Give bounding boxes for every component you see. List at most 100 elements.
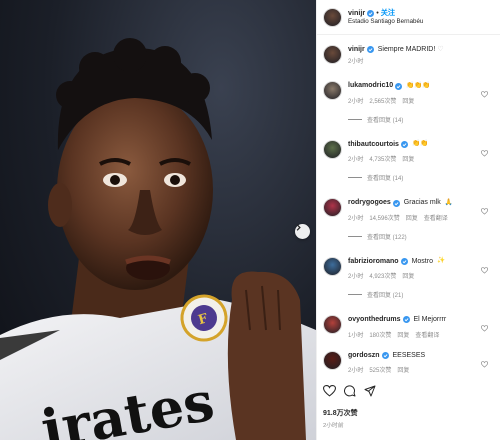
avatar[interactable]: [323, 350, 342, 370]
view-replies-button[interactable]: 查看回复 (14): [348, 115, 494, 124]
comment-likes[interactable]: 14,596次赞: [369, 213, 399, 222]
reply-button[interactable]: 回复: [397, 330, 409, 339]
translate-button[interactable]: 查看翻译: [424, 213, 448, 222]
verified-icon: [392, 199, 400, 207]
comment-username[interactable]: lukamodric10: [348, 81, 393, 90]
comment-time: 2小时: [348, 215, 364, 222]
reply-button[interactable]: 回复: [402, 154, 414, 163]
comment-text: El Mejorrrr: [413, 316, 447, 324]
comment-item: fabrizioromano Mostro ✨ 2小时 4,923次赞 回复查看回复 (2…: [323, 256, 494, 299]
heart-icon[interactable]: [323, 385, 336, 397]
comments-list: vinijr Siempre MADRID! ♡ 2小时 lukamodric1…: [317, 35, 500, 378]
caption-text: Siempre MADRID!: [377, 46, 436, 53]
verified-icon: [402, 316, 410, 324]
reply-button[interactable]: 回复: [406, 213, 418, 222]
avatar[interactable]: [323, 7, 342, 27]
chevron-right-icon: [296, 224, 301, 231]
comment-time: 2小时: [348, 157, 364, 164]
comment-icon[interactable]: [344, 385, 356, 397]
comment-emoji: 👏👏: [411, 140, 429, 148]
heart-icon[interactable]: [480, 266, 489, 274]
divider: [348, 177, 362, 179]
post-location[interactable]: Estadio Santiago Bernabéu: [348, 18, 423, 25]
avatar[interactable]: [323, 256, 342, 276]
divider: [348, 235, 362, 237]
comment-username[interactable]: gordoszn: [348, 351, 380, 360]
view-replies-button[interactable]: 查看回复 (21): [348, 290, 494, 299]
comment-text: EESESES: [392, 351, 426, 359]
verified-icon: [400, 141, 408, 149]
avatar[interactable]: [323, 81, 342, 101]
comment-time: 2小时: [348, 274, 364, 281]
verified-icon: [400, 257, 408, 265]
post-side-panel: vinijr • 关注 Estadio Santiago Bernabéu vi…: [316, 0, 500, 440]
reply-button[interactable]: 回复: [397, 365, 409, 374]
comment-text: Mostro: [411, 257, 433, 265]
comment-like-button[interactable]: [480, 85, 489, 103]
comment-username[interactable]: fabrizioromano: [348, 257, 399, 266]
divider: [348, 118, 362, 120]
caption-time: 2小时: [348, 59, 364, 66]
comment-username[interactable]: ovyonthedrums: [348, 315, 401, 324]
comment-like-button[interactable]: [480, 202, 489, 220]
next-photo-button[interactable]: [295, 224, 310, 239]
comment-like-button[interactable]: [480, 261, 489, 279]
comment-username[interactable]: rodrygogoes: [348, 198, 391, 207]
comment-item: gordosznEESESES2小时525次赞回复查看回复 (12): [323, 350, 494, 378]
post-header: vinijr • 关注 Estadio Santiago Bernabéu: [317, 0, 500, 35]
follow-button[interactable]: 关注: [381, 9, 395, 18]
comment-like-button[interactable]: [480, 355, 489, 373]
heart-icon[interactable]: [480, 150, 489, 157]
comment-likes[interactable]: 4,923次赞: [369, 271, 396, 280]
heart-icon[interactable]: [480, 208, 489, 215]
view-replies-label[interactable]: 查看回复 (14): [367, 173, 403, 182]
avatar[interactable]: [323, 198, 342, 218]
comment-like-button[interactable]: [480, 319, 489, 337]
heart-icon[interactable]: [480, 91, 489, 99]
avatar[interactable]: [323, 315, 342, 335]
comment-likes[interactable]: 180次赞: [369, 330, 391, 339]
view-replies-button[interactable]: 查看回复 (122): [348, 232, 494, 241]
player-photo: irates F: [0, 38, 316, 440]
divider: [348, 294, 362, 296]
view-replies-label[interactable]: 查看回复 (21): [367, 290, 403, 299]
comment-time: 2小时: [348, 98, 364, 105]
view-replies-button[interactable]: 查看回复 (14): [348, 173, 494, 182]
comment-likes[interactable]: 2,565次赞: [369, 96, 396, 105]
post-username[interactable]: vinijr: [348, 9, 365, 18]
white-heart-emoji: ♡: [437, 46, 444, 53]
heart-icon[interactable]: [480, 325, 489, 332]
verified-icon: [381, 351, 389, 359]
comment-time: 2小时: [348, 368, 364, 375]
comment-like-button[interactable]: [480, 144, 489, 162]
post-time: 2小时前: [323, 423, 344, 429]
verified-icon: [366, 46, 374, 54]
reply-button[interactable]: 回复: [402, 96, 414, 105]
post-caption: vinijr Siempre MADRID! ♡ 2小时: [323, 45, 494, 65]
caption-username[interactable]: vinijr: [348, 45, 365, 54]
comment-likes[interactable]: 4,735次赞: [369, 154, 396, 163]
post-actions: [323, 382, 494, 400]
post-photo: irates F: [0, 0, 316, 440]
verified-icon: [395, 82, 403, 90]
heart-icon[interactable]: [480, 360, 489, 368]
comment-username[interactable]: thibautcourtois: [348, 140, 399, 149]
comment-emoji: 👏👏👏: [406, 81, 431, 89]
comment-likes[interactable]: 525次赞: [369, 365, 391, 374]
reply-button[interactable]: 回复: [402, 271, 414, 280]
comment-item: lukamodric10 👏👏👏 2小时 2,565次赞 回复查看回复 (14): [323, 81, 494, 124]
comment-emoji: 🙏: [444, 198, 453, 206]
comment-text: Gracias mlk: [403, 199, 441, 207]
comment-item: thibautcourtois 👏👏 2小时 4,735次赞 回复查看回复 (14): [323, 139, 494, 182]
translate-button[interactable]: 查看翻译: [415, 330, 439, 339]
verified-icon: [367, 9, 375, 17]
avatar[interactable]: [323, 45, 342, 64]
like-count[interactable]: 91.8万次赞: [323, 408, 358, 418]
comment-emoji: ✨: [436, 257, 446, 265]
share-icon[interactable]: [364, 385, 376, 397]
comment-item: rodrygogoes Gracias mlk 🙏 2小时 14,596次赞 回复 查看翻译…: [323, 198, 494, 241]
comment-item: ovyonthedrums El Mejorrrr 1小时 180次赞 回复 查看翻译: [323, 315, 494, 339]
avatar[interactable]: [323, 139, 342, 159]
view-replies-label[interactable]: 查看回复 (122): [367, 232, 407, 241]
view-replies-label[interactable]: 查看回复 (14): [367, 115, 403, 124]
